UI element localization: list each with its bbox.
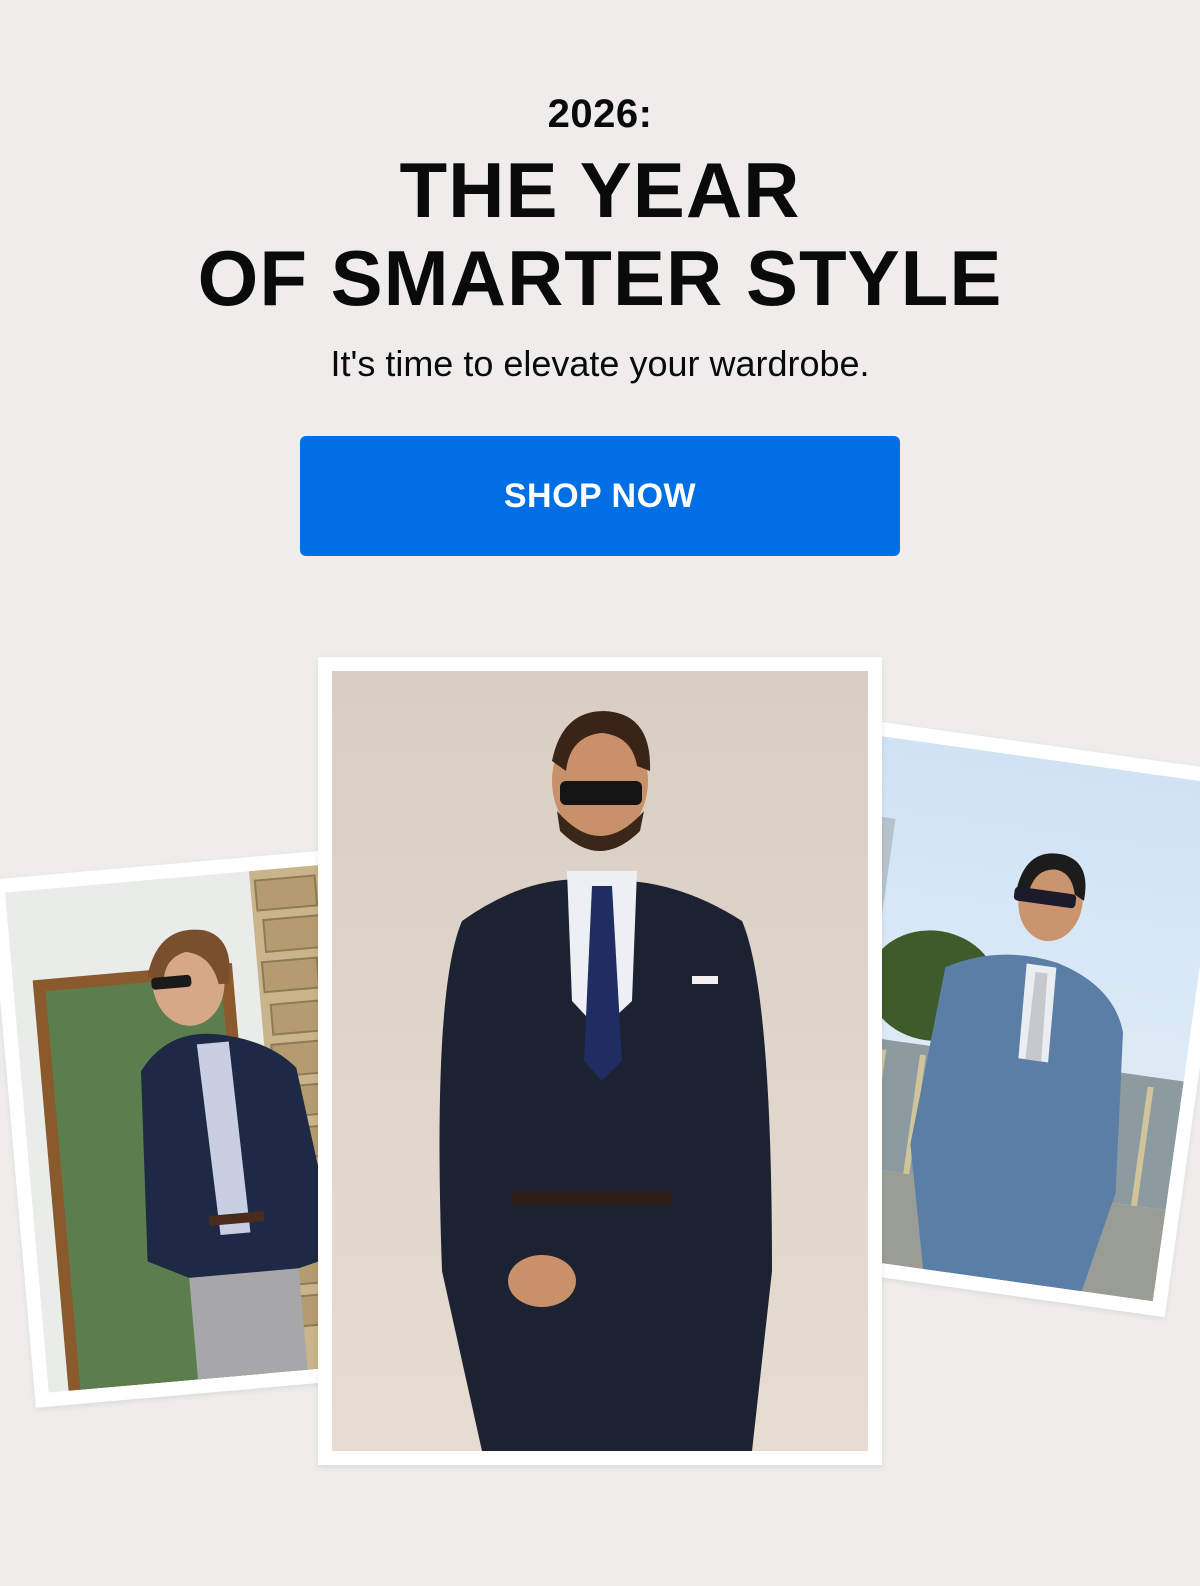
center-photo-image	[332, 671, 868, 1451]
eyebrow-year: 2026:	[547, 92, 653, 136]
subheadline: It's time to elevate your wardrobe.	[330, 343, 870, 384]
headline-line-1: THE YEAR	[399, 146, 801, 234]
center-photo[interactable]	[318, 657, 882, 1465]
shop-now-button[interactable]: SHOP NOW	[300, 436, 900, 556]
headline-line-2: OF SMARTER STYLE	[197, 234, 1003, 322]
